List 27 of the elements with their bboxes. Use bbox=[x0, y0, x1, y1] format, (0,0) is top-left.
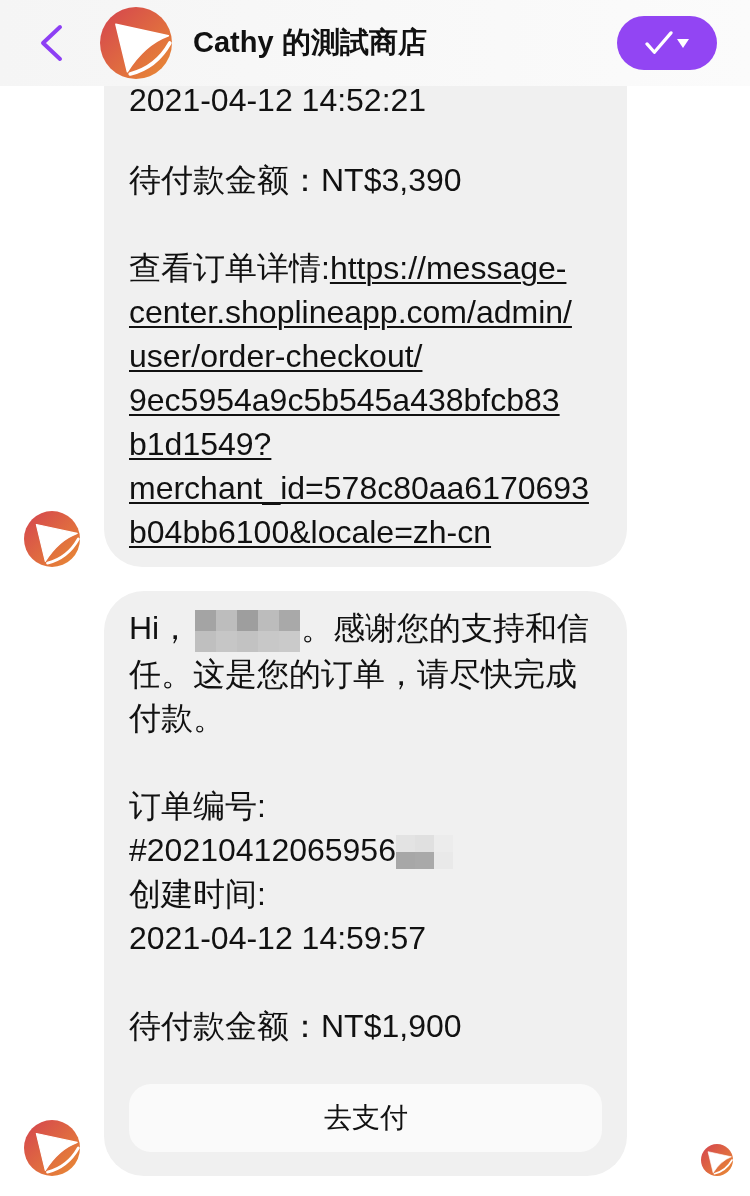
message-text: 查看订单详情:https://message- bbox=[129, 249, 568, 288]
check-icon bbox=[645, 31, 673, 55]
message-text: Hi， 。感谢您的支持和信任。这是您的订单，请尽快完成付款。 bbox=[129, 608, 591, 738]
caret-icon bbox=[677, 38, 689, 48]
chevron-left-icon bbox=[38, 23, 64, 63]
message-text: 订单编号: bbox=[129, 786, 267, 826]
message-text: 待付款金额：NT$3,390 bbox=[129, 161, 463, 200]
pay-button[interactable]: 去支付 bbox=[129, 1083, 602, 1152]
message-text: 创建时间: bbox=[129, 874, 267, 914]
message-text: 2021-04-12 14:52:21 bbox=[129, 86, 428, 114]
done-dropdown-button[interactable] bbox=[617, 16, 717, 70]
order-link[interactable]: https://message- bbox=[329, 250, 567, 286]
order-link[interactable]: b04bb6100&locale=zh-cn bbox=[129, 514, 492, 550]
order-link[interactable]: b1d1549? bbox=[129, 426, 272, 462]
order-link[interactable]: user/order-checkout/ bbox=[129, 338, 423, 374]
order-link[interactable]: center.shoplineapp.com/admin/ bbox=[129, 294, 572, 330]
message-text: 2021-04-12 14:59:57 bbox=[129, 918, 428, 958]
logo-avatar-icon bbox=[100, 7, 172, 79]
order-link[interactable]: 9ec5954a9c5b545a438bfcb83 bbox=[129, 382, 560, 418]
pixel-mosaic-icon bbox=[395, 835, 453, 870]
pixel-mosaic-icon bbox=[195, 609, 301, 652]
store-title: Cathy 的測試商店 bbox=[193, 25, 427, 60]
logo-avatar-icon bbox=[24, 1119, 80, 1176]
message-text: #20210412065956 bbox=[129, 827, 602, 872]
logo-avatar-icon bbox=[24, 511, 80, 567]
order-link[interactable]: merchant_id=578c80aa6170693 bbox=[129, 470, 589, 506]
message-text: 待付款金额：NT$1,900 bbox=[129, 1006, 463, 1046]
